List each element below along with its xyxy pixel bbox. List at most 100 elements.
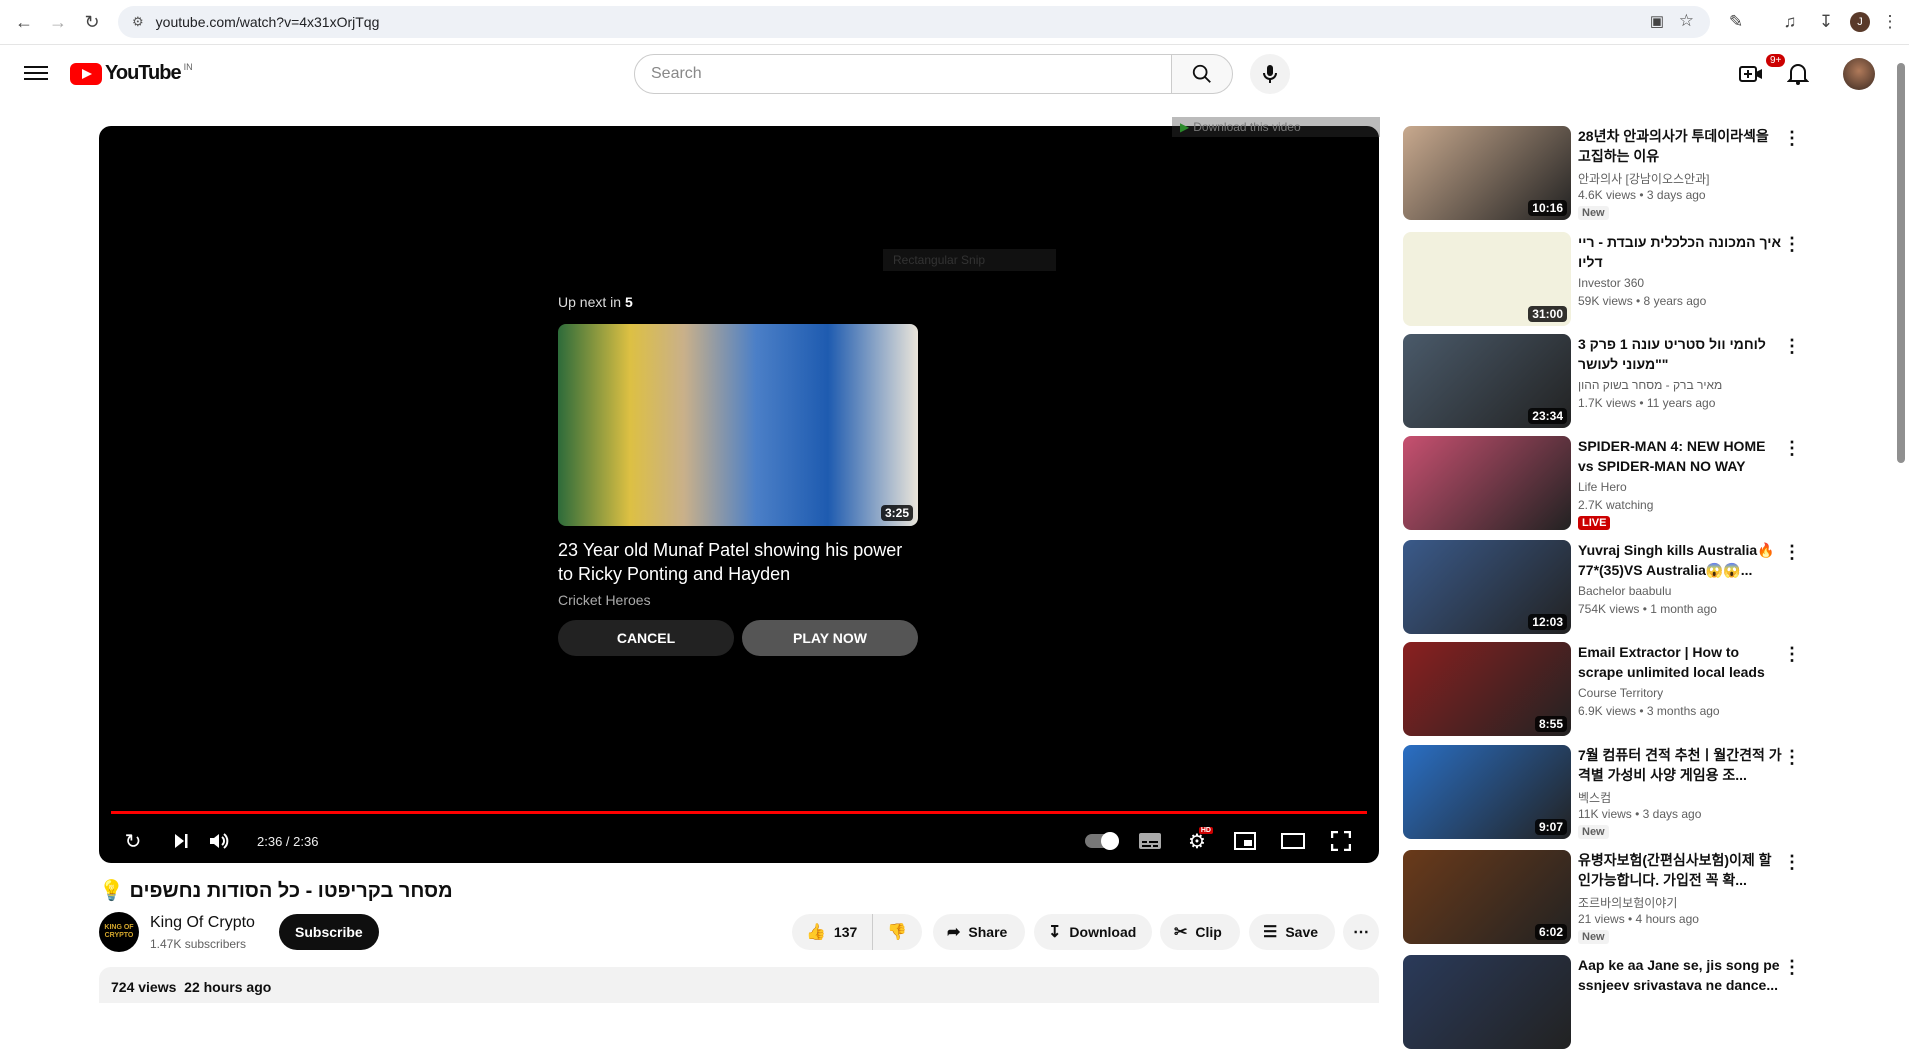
volume-icon[interactable]	[203, 825, 235, 857]
cancel-autoplay-button[interactable]: CANCEL	[558, 620, 734, 656]
recommendation-title[interactable]: 28년차 안과의사가 투데이라섹을 고집하는 이유	[1578, 126, 1783, 166]
account-avatar[interactable]	[1843, 58, 1875, 90]
recommendation-item[interactable]: 31:00 איך המכונה הכלכלית עובדת - ריי דליו…	[1403, 232, 1803, 328]
recommendation-thumbnail[interactable]: 12:03	[1403, 540, 1571, 634]
recommendation-duration: 10:16	[1528, 200, 1567, 216]
recommendation-thumbnail[interactable]: 23:34	[1403, 334, 1571, 428]
country-code: IN	[183, 62, 193, 72]
more-options-icon[interactable]: ⋮	[1783, 542, 1801, 563]
recommendation-thumbnail[interactable]: 10:16	[1403, 126, 1571, 220]
more-options-icon[interactable]: ⋮	[1783, 438, 1801, 459]
menu-icon[interactable]	[22, 62, 50, 86]
voice-search-button[interactable]	[1250, 54, 1290, 94]
recommendation-thumbnail[interactable]	[1403, 955, 1571, 1049]
url-text: youtube.com/watch?v=4x31xOrjTqg	[155, 14, 380, 30]
recommendation-thumbnail[interactable]: 6:02	[1403, 850, 1571, 944]
microphone-icon	[1263, 65, 1277, 83]
site-info-icon[interactable]: ⚙	[132, 14, 144, 30]
reload-icon[interactable]: ↻	[78, 8, 106, 36]
create-video-icon[interactable]	[1735, 58, 1767, 90]
next-video-duration: 3:25	[880, 505, 913, 521]
fullscreen-icon[interactable]	[1325, 825, 1357, 857]
more-options-icon[interactable]: ⋮	[1783, 234, 1801, 255]
progress-bar[interactable]	[111, 811, 1367, 814]
recommendation-title[interactable]: 7월 컴퓨터 견적 추천ㅣ월간견적 가격별 가성비 사양 게임용 조...	[1578, 745, 1783, 785]
channel-avatar[interactable]: KING OF CRYPTO	[99, 912, 139, 952]
recommendation-thumbnail[interactable]: 31:00	[1403, 232, 1571, 326]
media-controls-icon[interactable]: ♫	[1776, 8, 1804, 36]
search-input[interactable]: Search	[634, 54, 1172, 94]
next-video-icon[interactable]	[165, 825, 197, 857]
replay-icon[interactable]: ↻	[117, 825, 149, 857]
recommendation-item[interactable]: Aap ke aa Jane se, jis song pe ssnjeev s…	[1403, 955, 1803, 1051]
notifications-bell-icon[interactable]	[1782, 58, 1814, 90]
recommendation-item[interactable]: SPIDER-MAN 4: NEW HOME vs SPIDER-MAN NO …	[1403, 436, 1803, 532]
subtitles-icon[interactable]	[1134, 825, 1166, 857]
share-button[interactable]: ➦ Share	[933, 914, 1025, 950]
bookmark-star-icon[interactable]: ☆	[1679, 11, 1694, 31]
next-video-title[interactable]: 23 Year old Munaf Patel showing his powe…	[558, 538, 918, 586]
search-button[interactable]	[1171, 54, 1233, 94]
more-options-icon[interactable]: ⋮	[1783, 747, 1801, 768]
recommendation-thumbnail[interactable]: 9:07	[1403, 745, 1571, 839]
recommendation-title[interactable]: 유병자보험(간편심사보험)이제 할인가능합니다. 가입전 꼭 확...	[1578, 850, 1783, 890]
recommendation-meta: 2.7K watching	[1578, 498, 1654, 512]
subscribe-button[interactable]: Subscribe	[279, 914, 379, 950]
more-options-icon[interactable]: ⋮	[1783, 336, 1801, 357]
like-button[interactable]: 👍 137	[792, 914, 872, 950]
recommendation-title[interactable]: לוחמי וול סטריט עונה 1 פרק 3 "מעוני לעוש…	[1578, 334, 1783, 374]
dislike-button[interactable]: 👎	[872, 914, 922, 950]
share-icon: ➦	[947, 924, 961, 941]
theater-mode-icon[interactable]	[1277, 825, 1309, 857]
recommendation-duration: 23:34	[1528, 408, 1567, 424]
extensions-icon[interactable]: ✎	[1722, 8, 1750, 36]
autoplay-toggle[interactable]	[1082, 825, 1122, 857]
recommendation-title[interactable]: איך המכונה הכלכלית עובדת - ריי דליו	[1578, 232, 1783, 272]
recommendation-item[interactable]: 10:16 28년차 안과의사가 투데이라섹을 고집하는 이유안과의사 [강남이오…	[1403, 126, 1803, 222]
recommendation-channel: 조르바의보험이야기	[1578, 896, 1678, 910]
recommendation-duration: 9:07	[1534, 819, 1567, 835]
play-now-button[interactable]: PLAY NOW	[742, 620, 918, 656]
miniplayer-icon[interactable]	[1229, 825, 1261, 857]
channel-name[interactable]: King Of Crypto	[150, 914, 255, 932]
video-player[interactable]: Up next in 5 3:25 23 Year old Munaf Pate…	[99, 126, 1379, 863]
install-app-icon[interactable]: ▣	[1650, 12, 1664, 30]
downloads-icon[interactable]: ↧	[1812, 8, 1840, 36]
next-video-thumbnail[interactable]: 3:25	[558, 324, 918, 526]
more-actions-button[interactable]: ⋯	[1343, 914, 1379, 950]
youtube-logo[interactable]: YouTube IN	[70, 62, 193, 85]
recommendation-title[interactable]: Yuvraj Singh kills Australia🔥 77*(35)VS …	[1578, 540, 1783, 580]
recommendation-thumbnail[interactable]	[1403, 436, 1571, 530]
recommendation-channel: Course Territory	[1578, 686, 1664, 700]
live-badge: LIVE	[1578, 516, 1611, 530]
recommendation-meta: 59K views • 8 years ago	[1578, 294, 1707, 308]
more-options-icon[interactable]: ⋮	[1783, 957, 1801, 978]
video-title: מסחר בקריפטו - כל הסודות נחשפים 💡	[99, 880, 453, 902]
more-options-icon[interactable]: ⋮	[1783, 644, 1801, 665]
page-scrollbar[interactable]	[1897, 63, 1905, 463]
download-video-overlay[interactable]: ▶ Download this video	[1172, 117, 1380, 137]
youtube-header: YouTube IN Search 9+	[0, 46, 1909, 102]
recommendation-item[interactable]: 6:02 유병자보험(간편심사보험)이제 할인가능합니다. 가입전 꼭 확... 조…	[1403, 850, 1803, 946]
settings-gear-icon[interactable]: ⚙ HD	[1181, 825, 1213, 857]
more-options-icon[interactable]: ⋮	[1783, 852, 1801, 873]
description-box[interactable]: 724 views 22 hours ago	[99, 967, 1379, 1003]
back-icon[interactable]: ←	[10, 8, 38, 36]
recommendation-title[interactable]: SPIDER-MAN 4: NEW HOME vs SPIDER-MAN NO …	[1578, 436, 1783, 476]
recommendation-item[interactable]: 8:55 Email Extractor | How to scrape unli…	[1403, 642, 1803, 738]
recommendation-item[interactable]: 23:34 לוחמי וול סטריט עונה 1 פרק 3 "מעוני…	[1403, 334, 1803, 430]
more-options-icon[interactable]: ⋮	[1783, 128, 1801, 149]
address-bar[interactable]: ⚙ youtube.com/watch?v=4x31xOrjTqg ▣ ☆	[118, 6, 1710, 38]
recommendation-title[interactable]: Aap ke aa Jane se, jis song pe ssnjeev s…	[1578, 955, 1783, 995]
recommendation-thumbnail[interactable]: 8:55	[1403, 642, 1571, 736]
profile-icon[interactable]: J	[1846, 8, 1874, 36]
recommendation-item[interactable]: 12:03 Yuvraj Singh kills Australia🔥 77*(3…	[1403, 540, 1803, 636]
recommendation-channel: 안과의사 [강남이오스안과]	[1578, 172, 1710, 186]
download-button[interactable]: ↧ Download	[1034, 914, 1152, 950]
forward-icon[interactable]: →	[44, 8, 72, 36]
recommendation-item[interactable]: 9:07 7월 컴퓨터 견적 추천ㅣ월간견적 가격별 가성비 사양 게임용 조..…	[1403, 745, 1803, 841]
save-button[interactable]: ☰ Save	[1249, 914, 1335, 950]
recommendation-title[interactable]: Email Extractor | How to scrape unlimite…	[1578, 642, 1783, 682]
browser-menu-icon[interactable]: ⋮	[1876, 8, 1904, 36]
clip-button[interactable]: ✂ Clip	[1160, 914, 1240, 950]
